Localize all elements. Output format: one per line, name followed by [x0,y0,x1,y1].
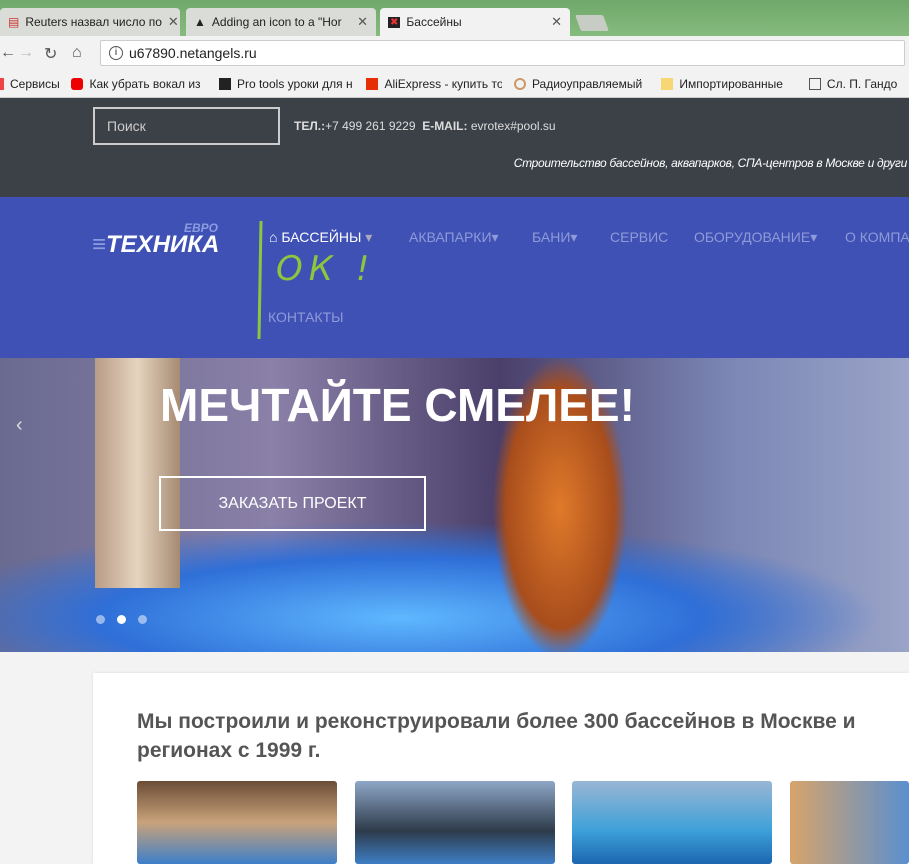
bookmark-aliexpress[interactable]: AliExpress - купить то [366,77,502,91]
forward-icon[interactable]: → [18,44,34,62]
bookmark-youtube[interactable]: Как убрать вокал из [71,77,206,91]
close-tab-icon[interactable]: ✕ [357,14,368,30]
info-icon: i [109,46,123,60]
close-tab-icon[interactable]: ✕ [551,14,562,30]
wheel-icon [513,77,526,90]
search-input[interactable]: Поиск [93,107,280,145]
hero-slider: ‹ МЕЧТАЙТЕ СМЕЛЕЕ! ЗАКАЗАТЬ ПРОЕКТ [0,358,909,652]
page-icon [808,77,821,90]
browser-tabstrip: ▤ Reuters назвал число по ✕ ▲ Adding an ico… [0,0,909,36]
intro-section: Мы построили и реконструировали более 30… [93,673,909,864]
handwritten-annotation: ОК ! [276,249,376,289]
home-icon[interactable]: ⌂ [72,44,82,62]
project-thumbnail[interactable] [137,781,337,864]
hero-title: МЕЧТАЙТЕ СМЕЛЕЕ! [160,379,635,431]
project-thumbnail[interactable] [355,781,555,864]
email-link[interactable]: evrotex#pool.su [471,119,556,133]
bookmark-imported[interactable]: Импортированные [661,77,796,91]
new-tab-button[interactable] [575,15,609,31]
bookmark-services[interactable]: Сервисы [0,77,59,91]
news-favicon-icon: ▤ [8,15,20,29]
triangle-favicon-icon: ▲ [194,15,206,29]
address-bar[interactable]: i u67890.netangels.ru [100,40,905,66]
bookmark-radio[interactable]: Радиоуправляемый [513,77,649,91]
back-icon[interactable]: ← [0,44,16,62]
reload-icon[interactable]: ↻ [44,44,57,64]
project-thumbnail[interactable] [790,781,909,864]
slide-dot-3[interactable] [138,615,147,624]
site-header: Поиск ТЕЛ.:+7 499 261 9229 E-MAIL: evrot… [0,98,909,197]
apps-icon [0,77,4,90]
intro-heading: Мы построили и реконструировали более 30… [137,710,856,762]
slide-dot-1[interactable] [96,615,105,624]
close-tab-icon[interactable]: ✕ [168,14,179,30]
slider-dots [96,615,147,624]
aliexpress-icon [366,77,379,90]
tab-basseyny[interactable]: ✖ Бассейны ✕ [380,8,570,36]
project-thumbnail[interactable] [572,781,772,864]
annotation-line [257,220,263,340]
youtube-icon [71,77,84,90]
slogan: Строительство бассейнов, аквапарков, СПА… [513,156,908,170]
order-project-button[interactable]: ЗАКАЗАТЬ ПРОЕКТ [159,476,426,531]
folder-icon [661,77,674,90]
tab-adding-icon[interactable]: ▲ Adding an icon to a "Hor ✕ [186,8,376,36]
prev-slide-icon[interactable]: ‹ [16,414,23,437]
bookmark-protools[interactable]: Pro tools уроки для н [218,77,354,91]
bookmarks-bar: Сервисы Как убрать вокал из Pro tools ур… [0,70,909,98]
joomla-favicon-icon: ✖ [388,16,401,28]
main-nav: ЕВРО ≡ТЕХНИКА ⌂ БАССЕЙНЫ ▾ АКВАПАРКИ▾ БАН… [0,197,909,358]
play-icon [218,77,231,90]
tab-reuters[interactable]: ▤ Reuters назвал число по ✕ [0,8,180,36]
slide-dot-2[interactable] [117,615,126,624]
browser-toolbar: ← → ↻ ⌂ i u67890.netangels.ru [0,36,909,70]
contact-info: ТЕЛ.:+7 499 261 9229 E-MAIL: evrotex#poo… [294,119,556,133]
bookmark-gando[interactable]: Сл. П. Гандо [808,77,897,91]
